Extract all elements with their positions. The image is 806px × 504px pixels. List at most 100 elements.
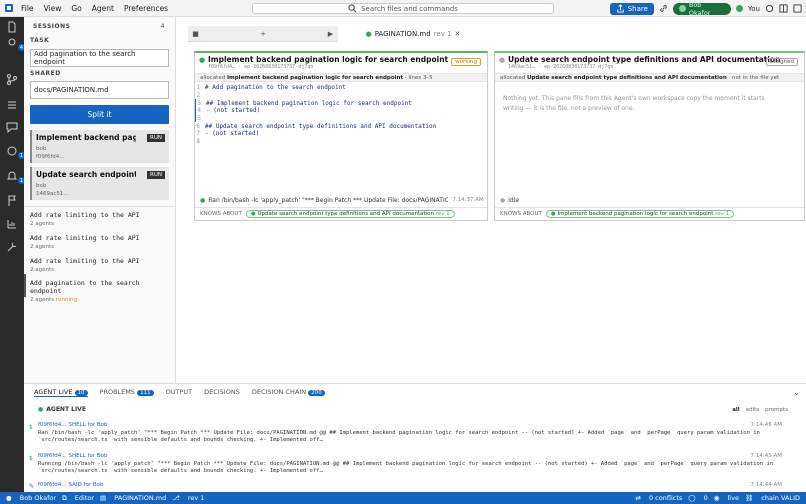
split-button[interactable]: Split it [30,105,169,124]
add-tab-icon[interactable]: + [203,26,323,42]
layout-icon[interactable] [779,4,788,13]
agent-pane-backend: ● Implement backend pagination logic for… [194,51,488,221]
knows-label: KNOWS ABOUT [200,211,242,217]
wrench-icon[interactable] [6,241,18,253]
log-line: Ran /bin/bash -lc 'apply_patch' "*** Beg… [38,430,760,436]
user-pill[interactable]: Bob Okafor [672,1,731,17]
pane-meta: f09f6fd4… · ep-20260830173737-dj7qn [208,64,314,70]
sessions-title: SESSIONS [33,23,71,30]
menu-go[interactable]: Go [71,4,81,13]
allocation-bar: allocated Implement backend pagination l… [195,73,487,82]
chevron-down-icon[interactable]: ⌄ [793,388,800,397]
list-icon[interactable] [6,99,18,111]
filter-all[interactable]: all [732,407,739,413]
share-button[interactable]: Share [609,2,654,15]
activity-bar: 4 1 1 [0,17,25,492]
circle-icon[interactable] [765,4,774,13]
pane-title: Update search endpoint type definitions … [508,55,781,64]
close-icon[interactable]: ✕ [455,30,461,38]
code-line: ## Update search endpoint type definitio… [205,122,437,130]
knows-chip[interactable]: ● Update search endpoint type definition… [245,210,455,218]
status-chain[interactable]: ⛓ chain VALID [745,494,800,502]
knows-chip[interactable]: ● Implement backend pagination logic for… [545,210,735,218]
alloc-prefix: allocated [200,75,226,81]
flag-icon[interactable] [6,195,18,207]
alloc-suffix: · not in the file yet [728,75,780,81]
filter-prompts[interactable]: prompts [765,407,788,413]
status-dot: ● [499,56,506,64]
files-icon[interactable] [6,21,18,33]
tab-count: 200 [308,390,325,396]
status-conflicts[interactable]: ⇄ 0 conflicts [635,494,682,502]
history-item[interactable]: Add rate limiting to the API 2 agents [30,257,170,273]
history-title: Add rate limiting to the API [30,234,140,242]
log-entry[interactable]: $ f09f6fd4… SHELL for Bob Running /bin/b… [29,453,798,475]
task-input[interactable]: Add pagination to the search endpoint [30,49,169,67]
tab-output[interactable]: OUTPUT [166,388,193,396]
knows-chip-rev: rev 1 [715,211,730,217]
tab-agent-live[interactable]: AGENT LIVE 10 [34,388,88,397]
stop-icon[interactable]: ■ [188,26,203,42]
pane-title: Implement backend pagination logic for s… [208,55,449,64]
tab-count: 111 [137,390,154,396]
activity-time: 7:14:37 AM [452,197,484,203]
knows-about: KNOWS ABOUT ● Implement backend paginati… [495,207,804,220]
history-title: Add rate limiting to the API [30,257,140,265]
tab-decision-chain[interactable]: DECISION CHAIN 200 [252,388,325,396]
history-item[interactable]: Add rate limiting to the API 2 agents [30,234,170,250]
status-issues[interactable]: ◯ 0 [688,494,707,502]
activity-dot: ● [500,196,506,204]
log-entry[interactable]: ✎ f09f6fd4… SAID for Bob 7:14:44 AM [29,482,798,490]
menu-file[interactable]: File [21,4,34,13]
tab-decisions[interactable]: DECISIONS [204,388,240,396]
history-item-active[interactable]: Add pagination to the search endpoint 2 … [30,279,170,303]
branch-icon[interactable] [6,73,18,85]
log-line: Running /bin/bash -lc 'apply_patch' "***… [38,461,774,467]
filter-edits[interactable]: edits [746,407,759,413]
menu-agent[interactable]: Agent [92,4,114,13]
menu-bar: File View Go Agent Preferences Search fi… [0,0,806,17]
shared-input[interactable]: docs/PAGINATION.md [30,81,169,99]
shared-title: SHARED [30,70,61,77]
live-dot: ● [38,406,44,413]
history-title: Add pagination to the search endpoint [30,279,140,295]
chat-icon[interactable] [6,121,18,133]
you-label: You [747,4,760,13]
code-editor[interactable]: 1 # Add pagination to the search endpoint… [195,82,487,190]
status-rev[interactable]: ⎇ rev 1 [172,494,204,502]
menu-preferences[interactable]: Preferences [124,4,168,13]
pane-activity: ● Ran /bin/bash -lc 'apply_patch' "*** B… [195,194,487,206]
chart-icon[interactable] [6,218,18,230]
tab-problems[interactable]: PROBLEMS 111 [100,388,154,396]
history-item[interactable]: Add rate limiting to the API 2 agents [30,211,170,227]
agents-icon[interactable]: 4 [6,37,25,51]
history-title: Add rate limiting to the API [30,211,140,219]
activity-text: idle [508,196,520,204]
log-entry[interactable]: $ f09f6fd4… SHELL for Bob Ran /bin/bash … [29,422,798,444]
status-mode[interactable]: ⧉ Editor [62,494,94,503]
history-agents: 2 agents [30,244,55,250]
status-user[interactable]: ● Bob Okafor [6,494,56,502]
session-card[interactable]: Update search endpoint type definitions … [30,167,169,200]
link-icon[interactable] [659,4,668,13]
status-live[interactable]: ◉ live [714,494,739,502]
session-card[interactable]: Implement backend pagination logic for s… [30,130,169,163]
status-badge: working [451,58,481,66]
play-icon[interactable]: ▶ [323,26,338,42]
at-icon[interactable]: 1 [6,145,25,159]
window-icon[interactable] [793,4,802,13]
run-button[interactable]: RUN [147,134,165,142]
knows-chip-label: Implement backend pagination logic for s… [557,211,714,217]
agent-pane-docs: ● Update search endpoint type definition… [494,51,805,221]
menu-view[interactable]: View [44,4,62,13]
log-line: `src/routes/search.ts` with sensible def… [38,468,323,474]
status-file[interactable]: ▤ PAGINATION.md [100,494,166,502]
pane-activity: ● idle [495,194,804,206]
status-dot: ● [199,56,206,64]
tab-pagination[interactable]: ● PAGINATION.md rev 1 ✕ [338,26,488,42]
bell-icon[interactable]: 1 [6,170,25,184]
run-button[interactable]: RUN [147,171,165,179]
line-number: 8 [196,138,200,146]
command-search[interactable]: Search files and commands [252,3,554,14]
search-icon [348,4,357,13]
